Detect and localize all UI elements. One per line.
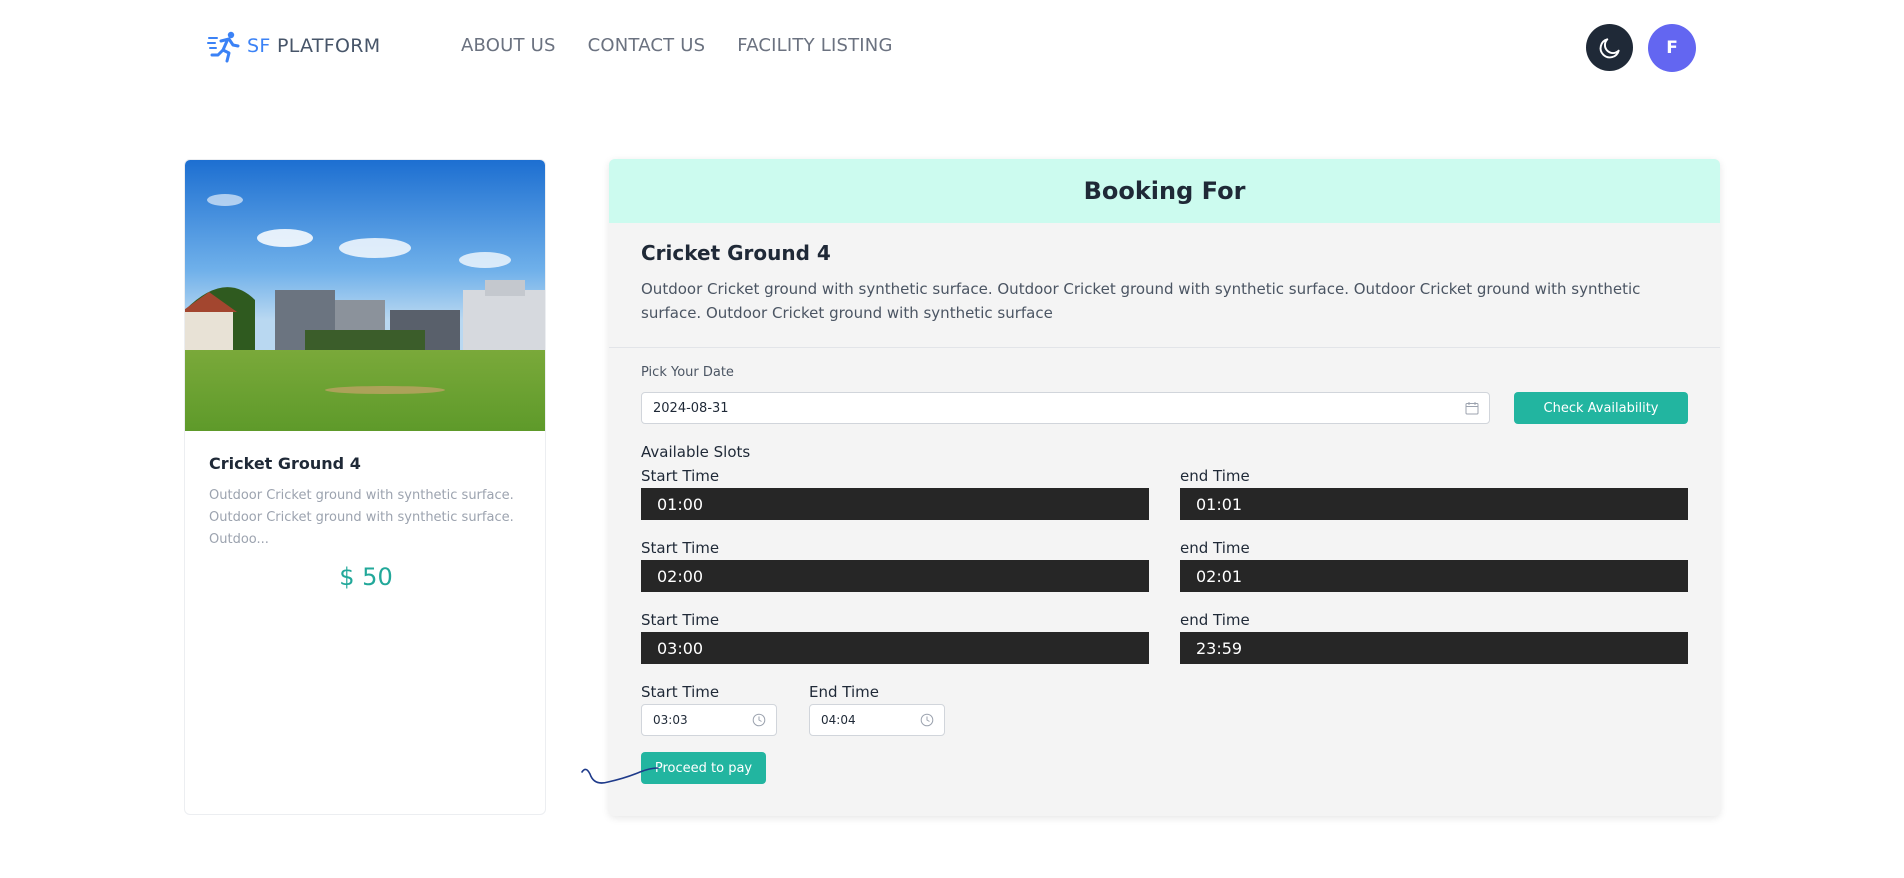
facility-image <box>185 160 545 431</box>
slot-start-label: Start Time <box>641 611 720 629</box>
available-slots-label: Available Slots <box>641 443 751 461</box>
facility-card[interactable]: Cricket Ground 4 Outdoor Cricket ground … <box>184 159 546 815</box>
pen-scribble-mark <box>581 767 659 784</box>
facility-description: Outdoor Cricket ground with synthetic su… <box>641 280 1641 322</box>
slot-end-time[interactable]: 02:01 <box>1180 560 1688 592</box>
pick-date-label: Pick Your Date <box>641 365 734 380</box>
clock-icon <box>920 713 934 727</box>
navbar: SF PLATFORM ABOUT US CONTACT US FACILITY… <box>0 0 1904 94</box>
booking-panel: Booking For Cricket Ground 4 Outdoor Cri… <box>609 159 1720 816</box>
start-time-value: 03:03 <box>653 713 688 727</box>
check-availability-button[interactable]: Check Availability <box>1514 392 1688 424</box>
runner-icon <box>207 31 240 63</box>
nav-link-contact-us[interactable]: CONTACT US <box>588 35 706 56</box>
booking-header: Booking For <box>609 159 1720 223</box>
end-time-input[interactable]: 04:04 <box>809 704 945 736</box>
slot-start-time[interactable]: 01:00 <box>641 488 1149 520</box>
start-time-label: Start Time <box>641 683 720 701</box>
card-title: Cricket Ground 4 <box>209 454 361 473</box>
nav-link-about-us[interactable]: ABOUT US <box>461 35 556 56</box>
slot-start-label: Start Time <box>641 539 720 557</box>
card-description: Outdoor Cricket ground with synthetic su… <box>209 488 514 547</box>
clock-icon <box>752 713 766 727</box>
brand-sf-text: SF <box>247 35 271 57</box>
slot-end-label: end Time <box>1180 539 1250 557</box>
slot-start-time[interactable]: 03:00 <box>641 632 1149 664</box>
end-time-value: 04:04 <box>821 713 856 727</box>
slot-end-time[interactable]: 23:59 <box>1180 632 1688 664</box>
moon-icon <box>1599 37 1620 58</box>
card-price: $ 50 <box>339 563 393 591</box>
date-input[interactable]: 2024-08-31 <box>641 392 1490 424</box>
nav-link-facility-listing[interactable]: FACILITY LISTING <box>737 35 892 56</box>
brand-platform-text: PLATFORM <box>276 35 381 57</box>
user-avatar[interactable]: F <box>1648 24 1696 72</box>
slot-end-label: end Time <box>1180 611 1250 629</box>
facility-title: Cricket Ground 4 <box>641 241 831 265</box>
brand-logo[interactable]: SF PLATFORM <box>207 29 380 63</box>
slot-start-label: Start Time <box>641 467 720 485</box>
theme-toggle-button[interactable] <box>1586 24 1633 71</box>
nav-links: ABOUT US CONTACT US FACILITY LISTING <box>461 35 893 56</box>
divider <box>609 347 1720 348</box>
slot-end-label: end Time <box>1180 467 1250 485</box>
calendar-icon[interactable] <box>1465 401 1479 415</box>
date-value: 2024-08-31 <box>653 400 729 416</box>
slot-start-time[interactable]: 02:00 <box>641 560 1149 592</box>
end-time-label: End Time <box>809 683 879 701</box>
start-time-input[interactable]: 03:03 <box>641 704 777 736</box>
slot-end-time[interactable]: 01:01 <box>1180 488 1688 520</box>
